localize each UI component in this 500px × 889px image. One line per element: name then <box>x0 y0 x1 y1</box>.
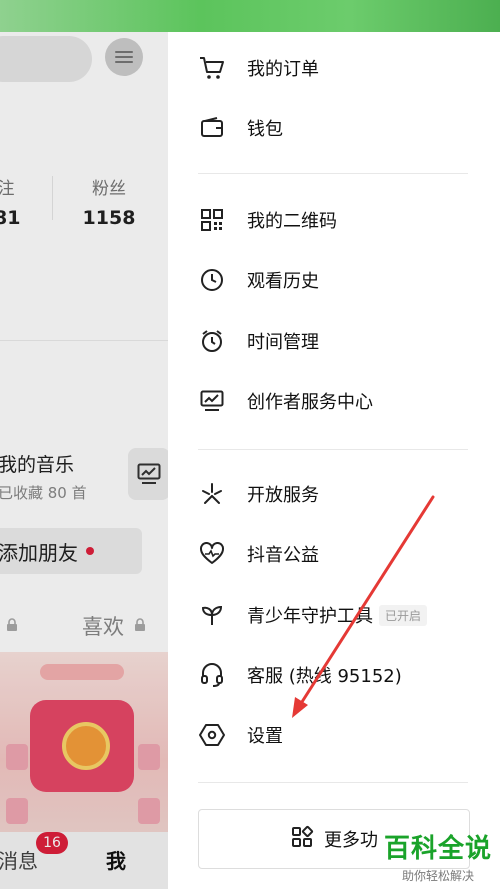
cart-icon <box>198 54 226 82</box>
lock-icon <box>6 617 18 636</box>
menu-item-qrcode[interactable]: 我的二维码 <box>198 198 337 242</box>
menu-item-label: 观看历史 <box>247 271 319 292</box>
add-friend-button[interactable]: 添加朋友 <box>0 528 142 574</box>
section-divider <box>0 340 168 341</box>
blurred-search-pill <box>0 36 92 82</box>
more-features-label: 更多功 <box>324 830 378 851</box>
promo-tile <box>138 798 160 824</box>
stat-fans-label: 粉丝 <box>92 179 126 199</box>
menu-item-customer-service[interactable]: 客服 (热线 95152) <box>198 653 402 697</box>
menu-item-orders[interactable]: 我的订单 <box>198 46 319 90</box>
menu-item-label: 我的二维码 <box>247 211 337 232</box>
menu-item-label: 青少年守护工具 <box>247 606 373 627</box>
promo-banner-image[interactable] <box>0 652 168 832</box>
menu-button[interactable] <box>105 38 143 76</box>
menu-item-history[interactable]: 观看历史 <box>198 258 319 302</box>
menu-item-label: 抖音公益 <box>247 545 319 566</box>
lock-icon <box>134 617 146 636</box>
grid-icon <box>290 825 314 853</box>
sprout-icon <box>198 601 226 629</box>
promo-badge-shape <box>40 664 124 680</box>
settings-hex-icon <box>198 721 226 749</box>
side-drawer-menu: 我的订单 钱包 我的二维码 观看历史 时间管理 创作者服务中心 开放服务 抖音公… <box>168 32 500 889</box>
menu-item-settings[interactable]: 设置 <box>198 713 283 757</box>
promo-camera-lens <box>62 722 110 770</box>
stat-fans-value: 1158 <box>82 207 136 229</box>
menu-item-label: 钱包 <box>247 119 283 140</box>
my-music-title[interactable]: 我的音乐 <box>0 450 74 477</box>
nav-messages[interactable]: 消息 <box>0 845 38 874</box>
alarm-icon <box>198 327 226 355</box>
wallet-icon <box>198 114 226 142</box>
menu-item-label: 时间管理 <box>247 332 319 353</box>
promo-tile <box>6 744 28 770</box>
clock-icon <box>198 266 226 294</box>
menu-divider <box>198 449 468 450</box>
status-bar-blurred <box>0 0 500 32</box>
menu-item-wallet[interactable]: 钱包 <box>198 106 283 150</box>
menu-item-label: 设置 <box>247 726 283 747</box>
menu-item-label: 开放服务 <box>247 485 319 506</box>
menu-item-label: 创作者服务中心 <box>247 392 373 413</box>
menu-item-label: 我的订单 <box>247 59 319 80</box>
stat-following[interactable]: 注 81 <box>0 174 21 229</box>
promo-tile <box>6 798 28 824</box>
hamburger-icon <box>115 51 133 63</box>
menu-item-charity[interactable]: 抖音公益 <box>198 532 319 576</box>
tab-like[interactable]: 喜欢 <box>82 611 124 641</box>
watermark-title: 百科全说 <box>383 834 492 864</box>
promo-tile <box>138 744 160 770</box>
status-badge: 已开启 <box>379 604 428 626</box>
menu-item-youth-protection[interactable]: 青少年守护工具 已开启 <box>198 593 428 637</box>
headset-icon <box>198 661 226 689</box>
creator-monitor-icon <box>198 387 226 415</box>
stat-divider <box>52 176 53 220</box>
menu-item-label: 客服 (热线 95152) <box>247 666 402 687</box>
menu-item-time-management[interactable]: 时间管理 <box>198 319 319 363</box>
stat-following-value: 81 <box>0 207 21 229</box>
creator-monitor-icon[interactable] <box>128 448 168 500</box>
messages-count-badge: 16 <box>36 832 68 854</box>
notification-dot <box>86 547 94 555</box>
menu-divider <box>198 173 468 174</box>
charity-heart-icon <box>198 540 226 568</box>
watermark-subtitle: 助你轻松解决 <box>401 869 474 883</box>
menu-item-creator-center[interactable]: 创作者服务中心 <box>198 379 373 423</box>
menu-divider <box>198 782 468 783</box>
stat-fans[interactable]: 粉丝 1158 <box>78 174 140 229</box>
menu-item-open-service[interactable]: 开放服务 <box>198 472 319 516</box>
add-friend-label: 添加朋友 <box>0 540 78 565</box>
stat-following-label: 注 <box>0 179 15 199</box>
watermark: 百科全说 助你轻松解决 <box>384 828 492 884</box>
open-service-icon <box>198 480 226 508</box>
nav-me[interactable]: 我 <box>106 845 126 874</box>
my-music-subtitle: 已收藏 80 首 <box>0 484 87 502</box>
profile-page-background: 注 81 粉丝 1158 我的音乐 已收藏 80 首 添加朋友 喜欢 消息 16… <box>0 0 168 889</box>
qrcode-icon <box>198 206 226 234</box>
